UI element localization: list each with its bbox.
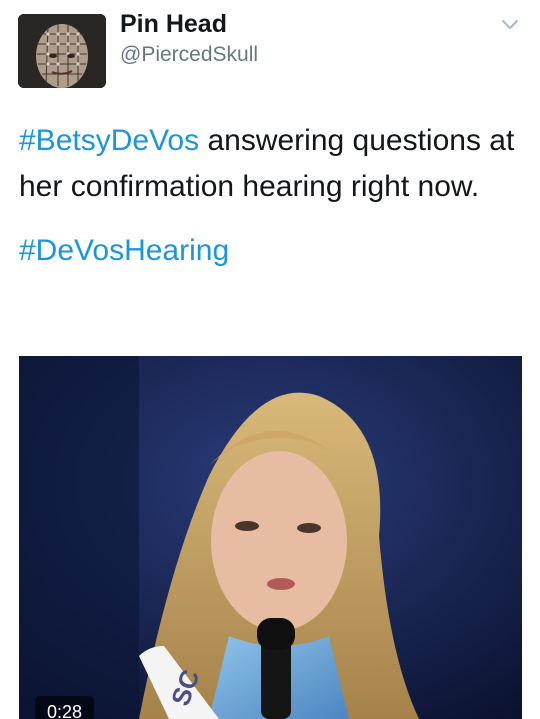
video-player[interactable]: SC 0:28 (19, 356, 522, 719)
display-name[interactable]: Pin Head (120, 10, 227, 39)
tweet-hashtags: #DeVosHearing (19, 228, 524, 274)
hashtag-link-betsydevos[interactable]: #BetsyDeVos (19, 124, 199, 157)
tweet-text-paragraph: #BetsyDeVos answering questions at her c… (19, 118, 524, 210)
avatar[interactable] (18, 14, 106, 88)
video-frame: SC (19, 356, 522, 719)
user-handle[interactable]: @PiercedSkull (120, 43, 258, 67)
chevron-down-icon[interactable] (500, 18, 520, 32)
hashtag-link-devoshearing[interactable]: #DeVosHearing (19, 234, 229, 267)
tweet-body: #BetsyDeVos answering questions at her c… (19, 118, 524, 274)
avatar-image (18, 14, 106, 88)
video-duration-badge: 0:28 (35, 696, 95, 719)
